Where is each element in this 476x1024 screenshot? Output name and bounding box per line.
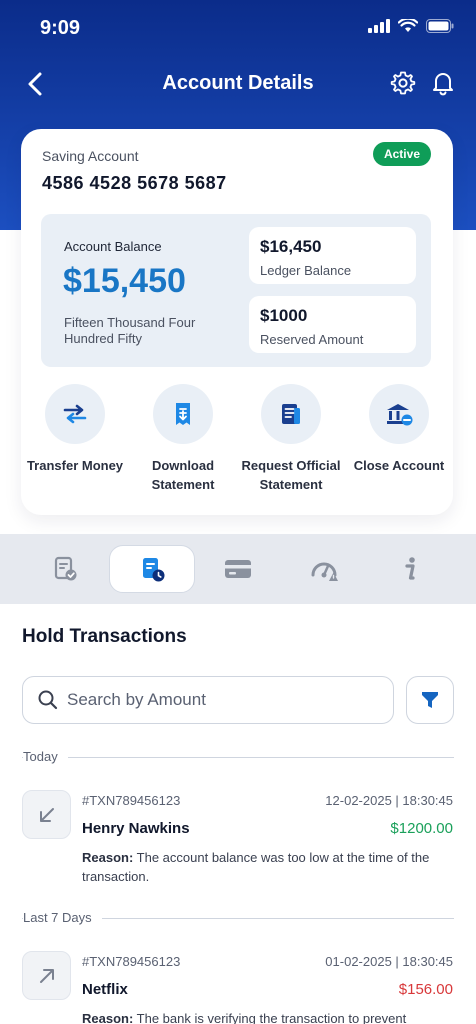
- reserved-amount-box: $1000 Reserved Amount: [249, 296, 416, 353]
- group-today: Today: [22, 747, 454, 767]
- ledger-balance-label: Ledger Balance: [260, 263, 352, 278]
- search-input[interactable]: [67, 690, 367, 710]
- request-official-statement-label: Request Official Statement: [241, 458, 341, 492]
- download-statement-button[interactable]: Download Statement: [129, 384, 237, 494]
- status-time: 9:09: [40, 17, 81, 39]
- filter-icon: [422, 692, 438, 708]
- tab-info[interactable]: [367, 545, 453, 593]
- reason-text: The bank is verifying the transaction to…: [133, 1011, 407, 1024]
- incoming-arrow-icon: [22, 790, 71, 839]
- reserved-amount-label: Reserved Amount: [260, 332, 364, 347]
- gear-icon: [390, 71, 416, 95]
- download-statement-icon: [176, 403, 190, 425]
- ledger-balance-box: $16,450 Ledger Balance: [249, 227, 416, 284]
- reason-label: Reason:: [82, 1011, 134, 1024]
- transaction-id: #TXN789456123: [82, 954, 181, 969]
- ledger-balance-value: $16,450: [260, 237, 322, 256]
- tab-cards[interactable]: [195, 545, 281, 593]
- statement-check-icon: [54, 556, 77, 581]
- reason-label: Reason:: [82, 850, 134, 865]
- transaction-name: Netflix: [82, 981, 128, 998]
- bell-icon: [433, 73, 453, 96]
- transaction-id: #TXN789456123: [82, 793, 181, 808]
- tab-limits[interactable]: [281, 545, 367, 593]
- limits-icon: [311, 562, 338, 581]
- hold-transactions-icon: [143, 558, 165, 582]
- transfer-icon: [63, 404, 87, 424]
- close-account-button[interactable]: Close Account: [345, 384, 453, 475]
- transaction-date: 01-02-2025 | 18:30:45: [325, 954, 453, 969]
- transaction-name: Henry Nawkins: [82, 820, 190, 837]
- account-type: Saving Account: [42, 148, 139, 164]
- reserved-amount-value: $1000: [260, 306, 308, 325]
- quick-actions: Transfer Money Download Statement Reques…: [21, 384, 453, 494]
- balance-panel: Account Balance $15,450 Fifteen Thousand…: [41, 214, 431, 367]
- tab-hold-transactions[interactable]: [109, 545, 195, 593]
- balance-in-words: Fifteen Thousand Four Hundred Fifty: [64, 315, 196, 346]
- close-account-label: Close Account: [353, 458, 445, 473]
- transfer-money-button[interactable]: Transfer Money: [21, 384, 129, 475]
- tab-statements[interactable]: [22, 545, 108, 593]
- transfer-money-label: Transfer Money: [26, 458, 124, 473]
- status-badge: Active: [372, 142, 431, 166]
- section-title: Hold Transactions: [22, 626, 187, 647]
- outgoing-arrow-icon: [22, 951, 71, 1000]
- account-tabs: [0, 534, 476, 604]
- wifi-icon: [397, 17, 419, 38]
- balance-label: Account Balance: [64, 239, 162, 254]
- transaction-reason: Reason: The account balance was too low …: [82, 848, 454, 886]
- transaction-reason: Reason: The bank is verifying the transa…: [82, 1009, 454, 1024]
- info-icon: [405, 557, 415, 580]
- group-last-7-days: Last 7 Days: [22, 908, 454, 928]
- close-account-icon: [387, 404, 413, 426]
- transaction-amount: $156.00: [398, 981, 453, 998]
- battery-icon: [426, 19, 454, 38]
- search-box: [22, 676, 394, 724]
- signal-icon: [368, 19, 390, 38]
- card-icon: [225, 560, 251, 578]
- balance-value: $15,450: [63, 262, 186, 300]
- account-number: 4586 4528 5678 5687: [42, 173, 227, 193]
- download-statement-label: Download Statement: [151, 458, 215, 492]
- transaction-date: 12-02-2025 | 18:30:45: [325, 793, 453, 808]
- settings-button[interactable]: [390, 70, 416, 101]
- request-statement-icon: [282, 404, 300, 424]
- filter-button[interactable]: [406, 676, 454, 724]
- notifications-button[interactable]: [430, 70, 456, 101]
- search-icon: [38, 690, 58, 710]
- status-bar: 9:09: [0, 0, 476, 56]
- reason-text: The account balance was too low at the t…: [82, 850, 430, 884]
- account-card: Saving Account Active 4586 4528 5678 568…: [21, 129, 453, 515]
- transaction-amount: $1200.00: [390, 820, 453, 837]
- top-nav: Account Details: [0, 60, 476, 108]
- request-official-statement-button[interactable]: Request Official Statement: [237, 384, 345, 494]
- group-label-today: Today: [23, 749, 68, 764]
- group-label-last7: Last 7 Days: [23, 910, 102, 925]
